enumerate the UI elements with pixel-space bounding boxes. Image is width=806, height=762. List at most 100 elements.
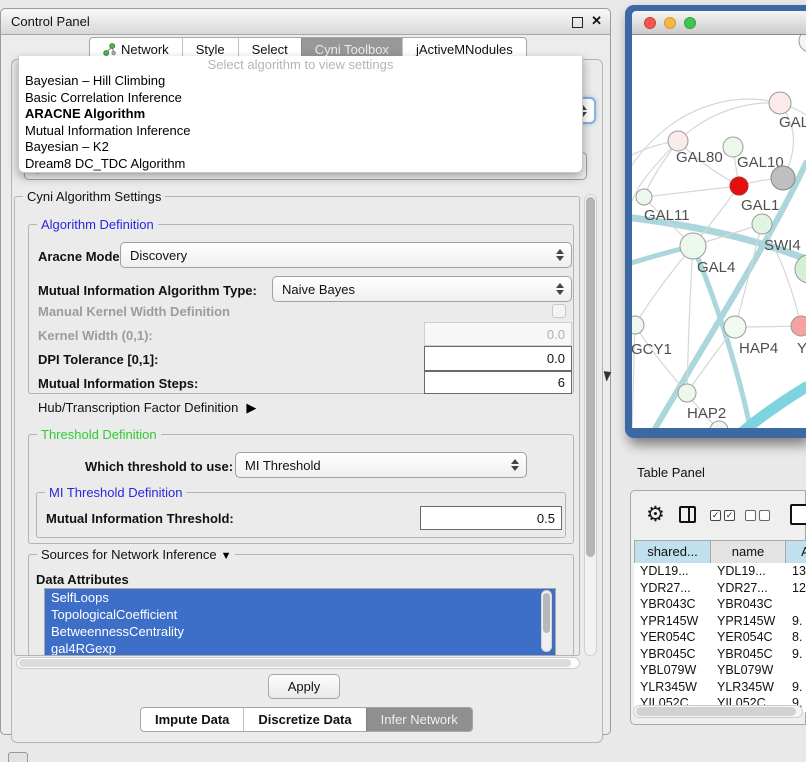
hub-factor-label: Hub/Transcription Factor Definition xyxy=(38,400,238,415)
table-row[interactable]: YLR345WYLR345W9. xyxy=(634,679,806,696)
combo-arrows-icon xyxy=(556,283,564,295)
mi-threshold-field[interactable]: 0.5 xyxy=(420,506,562,530)
table-row[interactable]: YDR27...YDR27...12 xyxy=(634,580,806,597)
algorithm-option-bayesian-hill-climbing[interactable]: Bayesian – Hill Climbing xyxy=(19,73,582,90)
partial-corner-icon[interactable] xyxy=(8,752,28,762)
network-view-window: GALGAL80GAL10GAL1GAL11SWI4GAL4GCY1HAP4YH… xyxy=(625,5,806,438)
scrollbar-thumb[interactable] xyxy=(586,197,595,557)
network-canvas[interactable]: GALGAL80GAL10GAL1GAL11SWI4GAL4GCY1HAP4YH… xyxy=(632,35,806,428)
tab-label: Select xyxy=(252,42,288,57)
combo-arrows-icon xyxy=(556,249,564,261)
network-node-swi4[interactable] xyxy=(752,214,772,234)
data-attributes-label: Data Attributes xyxy=(36,572,129,587)
close-icon[interactable]: ✕ xyxy=(591,13,602,29)
mi-steps-field[interactable]: 6 xyxy=(424,371,572,394)
column-header-name[interactable]: name xyxy=(711,540,786,564)
network-node[interactable] xyxy=(795,255,806,283)
table-row[interactable]: YER054CYER054C8. xyxy=(634,629,806,646)
dpi-tolerance-field[interactable]: 0.0 xyxy=(424,346,572,371)
table-row[interactable]: YDL19...YDL19...13 xyxy=(634,563,806,580)
network-node-gal[interactable] xyxy=(769,92,791,114)
table-row[interactable]: YPR145WYPR145W9. xyxy=(634,613,806,630)
network-graph: GALGAL80GAL10GAL1GAL11SWI4GAL4GCY1HAP4YH… xyxy=(632,35,806,428)
float-window-icon[interactable] xyxy=(572,17,583,28)
hub-factor-expander[interactable]: Hub/Transcription Factor Definition ▶ xyxy=(38,400,256,416)
algorithm-option-mutual-information-inference[interactable]: Mutual Information Inference xyxy=(19,123,582,140)
kernel-width-field: 0.0 xyxy=(424,322,572,346)
mi-type-label: Mutual Information Algorithm Type: xyxy=(38,283,257,298)
algorithm-option-dream8-dc-tdc-algorithm[interactable]: Dream8 DC_TDC Algorithm xyxy=(19,156,582,173)
gear-icon[interactable]: ⚙ xyxy=(646,502,665,527)
tab-label: Cyni Toolbox xyxy=(315,42,389,57)
mi-threshold-legend: MI Threshold Definition xyxy=(45,485,186,500)
network-window-titlebar[interactable] xyxy=(632,11,806,35)
scrollbar-thumb[interactable] xyxy=(19,659,571,667)
tab-infer-network[interactable]: Infer Network xyxy=(366,708,472,731)
caret-right-icon[interactable]: ▶ xyxy=(246,400,256,416)
scrollbar-thumb[interactable] xyxy=(636,707,796,716)
network-node-hap4[interactable] xyxy=(724,316,746,338)
select-all-icon[interactable]: ✓ ✓ xyxy=(710,510,735,521)
document-icon[interactable] xyxy=(790,504,806,525)
algorithm-option-basic-correlation-inference[interactable]: Basic Correlation Inference xyxy=(19,90,582,107)
algorithm-dropdown-popup: Select algorithm to view settings Bayesi… xyxy=(18,56,583,173)
network-node[interactable] xyxy=(799,35,806,52)
algorithm-dropdown-prompt: Select algorithm to view settings xyxy=(19,57,582,73)
combo-arrows-icon xyxy=(511,459,519,471)
attributes-scrollbar[interactable] xyxy=(541,590,552,652)
column-header-shared-[interactable]: shared... xyxy=(634,540,711,564)
kernel-width-label: Kernel Width (0,1): xyxy=(38,328,153,343)
network-node-y[interactable] xyxy=(791,316,806,336)
network-node-hap2[interactable] xyxy=(678,384,696,402)
deselect-all-icon[interactable] xyxy=(745,510,770,521)
minimize-traffic-light-icon[interactable] xyxy=(664,17,676,29)
which-threshold-combo[interactable]: MI Threshold xyxy=(235,452,527,478)
table-cell: YLR345W xyxy=(634,679,711,696)
caret-down-icon[interactable]: ▼ xyxy=(221,550,232,562)
close-traffic-light-icon[interactable] xyxy=(644,17,656,29)
network-node-gal80[interactable] xyxy=(668,131,688,151)
sources-legend: Sources for Network Inference▼ xyxy=(37,547,235,562)
table-horizontal-scrollbar[interactable] xyxy=(633,705,803,718)
attribute-item-betweennesscentrality[interactable]: BetweennessCentrality xyxy=(45,623,555,640)
algorithm-option-aracne-algorithm[interactable]: ARACNE Algorithm xyxy=(19,106,582,123)
network-node-gal11[interactable] xyxy=(636,189,652,205)
algorithm-option-bayesian-k2[interactable]: Bayesian – K2 xyxy=(19,139,582,156)
network-node-gal1[interactable] xyxy=(730,177,748,195)
network-node[interactable] xyxy=(710,421,728,428)
table-cell xyxy=(786,662,806,679)
settings-horizontal-scrollbar[interactable] xyxy=(16,657,580,669)
network-node-gcy1[interactable] xyxy=(632,316,644,334)
table-cell: YPR145W xyxy=(634,613,711,630)
attribute-item-gal4rgexp[interactable]: gal4RGexp xyxy=(45,640,555,656)
scrollbar-thumb[interactable] xyxy=(543,593,550,633)
network-node-gal4[interactable] xyxy=(680,233,706,259)
table-row[interactable]: YBR043CYBR043C xyxy=(634,596,806,613)
table-row[interactable]: YBL079WYBL079W xyxy=(634,662,806,679)
table-cell: YBR043C xyxy=(711,596,786,613)
settings-vertical-scrollbar[interactable] xyxy=(584,194,597,656)
table-cell: 13 xyxy=(786,563,806,580)
apply-button[interactable]: Apply xyxy=(268,674,340,699)
column-header-a[interactable]: A xyxy=(786,540,806,564)
unchecked-box-icon xyxy=(745,510,756,521)
table-cell: YDL19... xyxy=(634,563,711,580)
control-panel-titlebar[interactable]: Control Panel ✕ xyxy=(1,9,610,35)
zoom-traffic-light-icon[interactable] xyxy=(684,17,696,29)
columns-icon[interactable] xyxy=(679,506,696,523)
attribute-item-topologicalcoefficient[interactable]: TopologicalCoefficient xyxy=(45,606,555,623)
network-node[interactable] xyxy=(771,166,795,190)
tab-discretize-data[interactable]: Discretize Data xyxy=(243,708,365,731)
node-label-gal: GAL xyxy=(779,114,806,131)
manual-kernel-label: Manual Kernel Width Definition xyxy=(38,304,230,319)
table-cell: YBL079W xyxy=(634,662,711,679)
attribute-item-selfloops[interactable]: SelfLoops xyxy=(45,589,555,606)
table-row[interactable]: YBR045CYBR045C9. xyxy=(634,646,806,663)
tab-impute-data[interactable]: Impute Data xyxy=(141,708,243,731)
node-label-hap2: HAP2 xyxy=(687,405,726,422)
threshold-definition-legend: Threshold Definition xyxy=(37,427,161,442)
mi-type-combo[interactable]: Naive Bayes xyxy=(272,276,572,302)
node-label-hap4: HAP4 xyxy=(739,340,778,357)
node-label-swi4: SWI4 xyxy=(764,237,801,254)
aracne-mode-combo[interactable]: Discovery xyxy=(120,242,572,268)
